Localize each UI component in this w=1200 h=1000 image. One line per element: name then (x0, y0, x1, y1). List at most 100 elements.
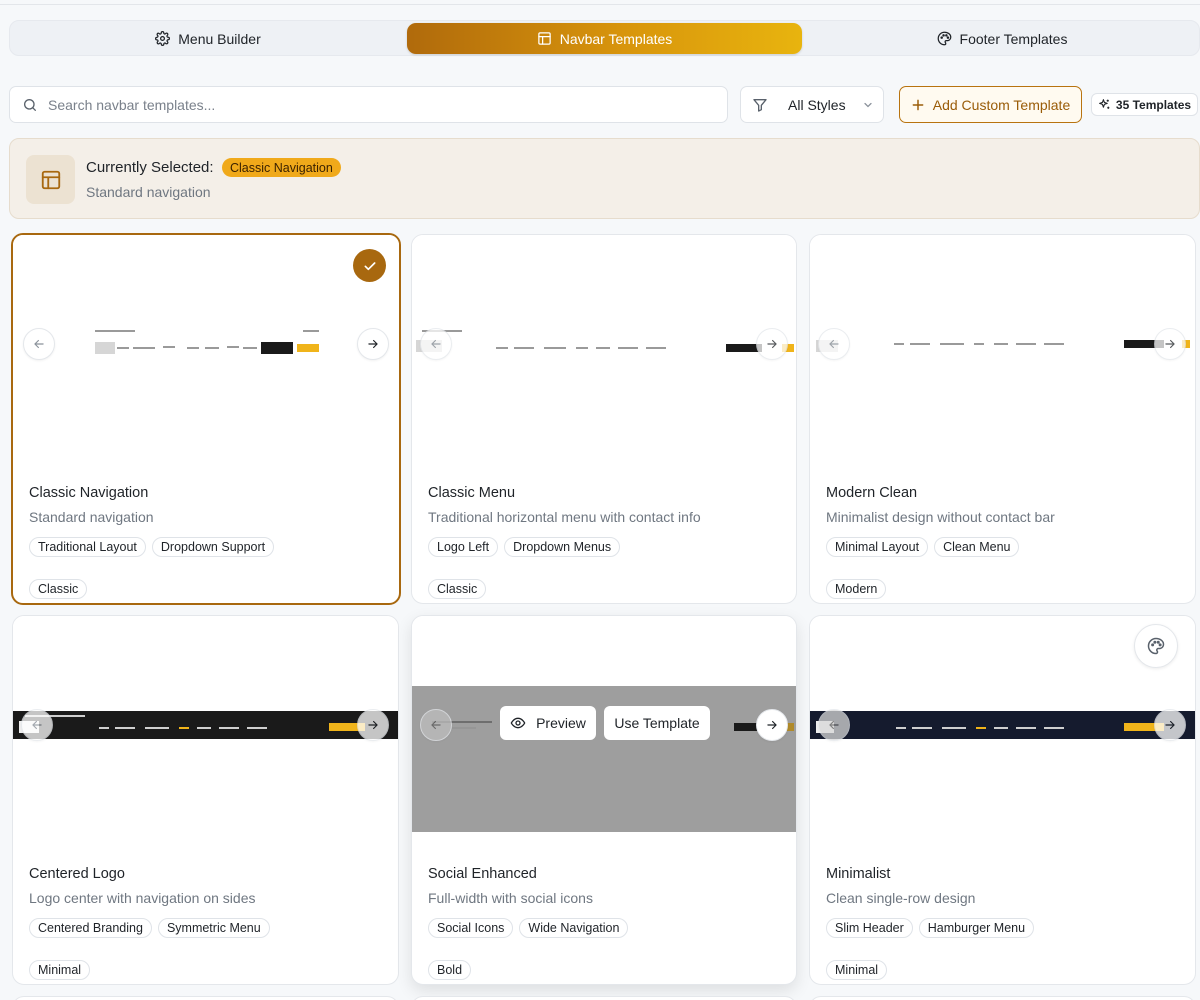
palette-icon (1147, 637, 1165, 655)
arrow-right-icon (368, 339, 378, 349)
template-card-centered-logo[interactable]: Centered Logo Logo center with navigatio… (12, 615, 399, 985)
previous-image-button[interactable] (818, 328, 850, 360)
preview-button[interactable]: Preview (500, 706, 596, 740)
layout-icon (41, 170, 60, 189)
tab-footer-templates[interactable]: Footer Templates (806, 23, 1198, 54)
previous-image-button[interactable] (420, 709, 452, 741)
selected-check-icon (353, 249, 386, 282)
template-card-classic-menu[interactable]: Classic Menu Traditional horizontal menu… (411, 234, 797, 604)
selected-template-description: Standard navigation (86, 184, 211, 200)
category-tag: Classic (428, 579, 487, 599)
feature-tag: Traditional Layout (29, 537, 146, 557)
template-card-social-enhanced[interactable]: Preview Use Template Social Enhanced Ful… (411, 615, 797, 985)
previous-image-button[interactable] (420, 328, 452, 360)
template-title: Minimalist (826, 866, 891, 882)
arrow-left-icon (431, 720, 441, 730)
template-card-classic-navigation[interactable]: Classic Navigation Standard navigation T… (11, 233, 401, 605)
next-image-button[interactable] (1154, 709, 1186, 741)
feature-tag: Clean Menu (934, 537, 1020, 557)
tab-menu-builder[interactable]: Menu Builder (12, 23, 404, 54)
feature-tag: Centered Branding (29, 918, 152, 938)
use-template-button[interactable]: Use Template (604, 706, 710, 740)
arrow-left-icon (829, 339, 839, 349)
count-label: 35 Templates (1115, 97, 1192, 112)
top-divider (0, 4, 1200, 5)
previous-image-button[interactable] (23, 328, 55, 360)
template-tags: Traditional Layout Dropdown Support Clas… (29, 537, 389, 599)
currently-selected-banner: Currently Selected: Classic Navigation S… (9, 138, 1200, 219)
tab-label: Footer Templates (959, 30, 1068, 47)
selected-prefix: Currently Selected: (86, 159, 214, 176)
arrow-right-icon (1165, 339, 1175, 349)
feature-tag: Dropdown Menus (504, 537, 621, 557)
feature-tag: Symmetric Menu (157, 918, 270, 938)
template-description: Minimalist design without contact bar (826, 509, 1055, 525)
template-card-minimalist[interactable]: Minimalist Clean single-row design Slim … (809, 615, 1196, 985)
template-card-modern-clean[interactable]: Modern Clean Minimalist design without c… (809, 234, 1196, 604)
filter-label: All Styles (788, 96, 846, 113)
navbar-templates-page: Menu Builder Navbar Templates Footer Tem… (0, 0, 1200, 1000)
filter-icon (753, 98, 767, 112)
style-filter-select[interactable]: All Styles (740, 86, 884, 123)
feature-tag: Wide Navigation (519, 918, 629, 938)
category-tag: Minimal (826, 960, 888, 980)
next-image-button[interactable] (357, 709, 389, 741)
tab-label: Navbar Templates (559, 30, 673, 47)
previous-image-button[interactable] (21, 709, 53, 741)
template-tags: Slim Header Hamburger Menu Minimal (826, 918, 1186, 980)
template-preview (13, 616, 398, 856)
selected-template-thumb (26, 155, 75, 204)
previous-image-button[interactable] (818, 709, 850, 741)
arrow-right-icon (1165, 720, 1175, 730)
template-preview (810, 235, 1195, 475)
template-description: Logo center with navigation on sides (29, 890, 256, 906)
template-card-partial[interactable] (411, 996, 797, 1000)
next-image-button[interactable] (357, 328, 389, 360)
sparkles-icon (1099, 99, 1110, 109)
category-tag: Classic (29, 579, 88, 599)
plus-icon (912, 99, 924, 110)
template-preview (13, 235, 399, 475)
tab-label: Menu Builder (178, 30, 261, 47)
template-title: Centered Logo (29, 866, 125, 882)
category-tag: Minimal (29, 960, 91, 980)
template-description: Traditional horizontal menu with contact… (428, 509, 701, 525)
category-tag: Bold (428, 960, 472, 980)
template-title: Classic Menu (428, 485, 516, 501)
search-input[interactable] (48, 96, 688, 113)
tab-navbar-templates[interactable]: Navbar Templates (407, 23, 802, 54)
next-image-button[interactable] (756, 328, 788, 360)
search-box[interactable] (9, 86, 728, 123)
template-tags: Minimal Layout Clean Menu Modern (826, 537, 1186, 599)
template-card-partial[interactable] (12, 996, 399, 1000)
add-custom-template-button[interactable]: Add Custom Template (899, 86, 1082, 123)
arrow-right-icon (767, 720, 777, 730)
template-preview (412, 235, 796, 475)
template-tags: Centered Branding Symmetric Menu Minimal (29, 918, 389, 980)
eye-icon (510, 717, 526, 729)
feature-tag: Social Icons (428, 918, 514, 938)
template-tabs: Menu Builder Navbar Templates Footer Tem… (9, 20, 1200, 56)
template-card-partial[interactable] (809, 996, 1196, 1000)
template-count-badge: 35 Templates (1091, 93, 1198, 116)
next-image-button[interactable] (1154, 328, 1186, 360)
selected-template-badge: Classic Navigation (222, 158, 341, 177)
add-button-label: Add Custom Template (932, 96, 1071, 113)
arrow-left-icon (829, 720, 839, 730)
feature-tag: Logo Left (428, 537, 499, 557)
next-image-button[interactable] (756, 709, 788, 741)
arrow-left-icon (34, 339, 44, 349)
search-icon (24, 98, 36, 111)
customize-colors-button[interactable] (1134, 624, 1178, 668)
feature-tag: Slim Header (826, 918, 913, 938)
arrow-right-icon (767, 339, 777, 349)
feature-tag: Hamburger Menu (918, 918, 1035, 938)
template-description: Standard navigation (29, 509, 154, 525)
chevron-down-icon (863, 102, 872, 107)
palette-icon (937, 31, 951, 46)
template-title: Modern Clean (826, 485, 918, 501)
feature-tag: Minimal Layout (826, 537, 929, 557)
use-template-label: Use Template (614, 715, 700, 731)
arrow-left-icon (431, 339, 441, 349)
template-tags: Social Icons Wide Navigation Bold (428, 918, 788, 980)
